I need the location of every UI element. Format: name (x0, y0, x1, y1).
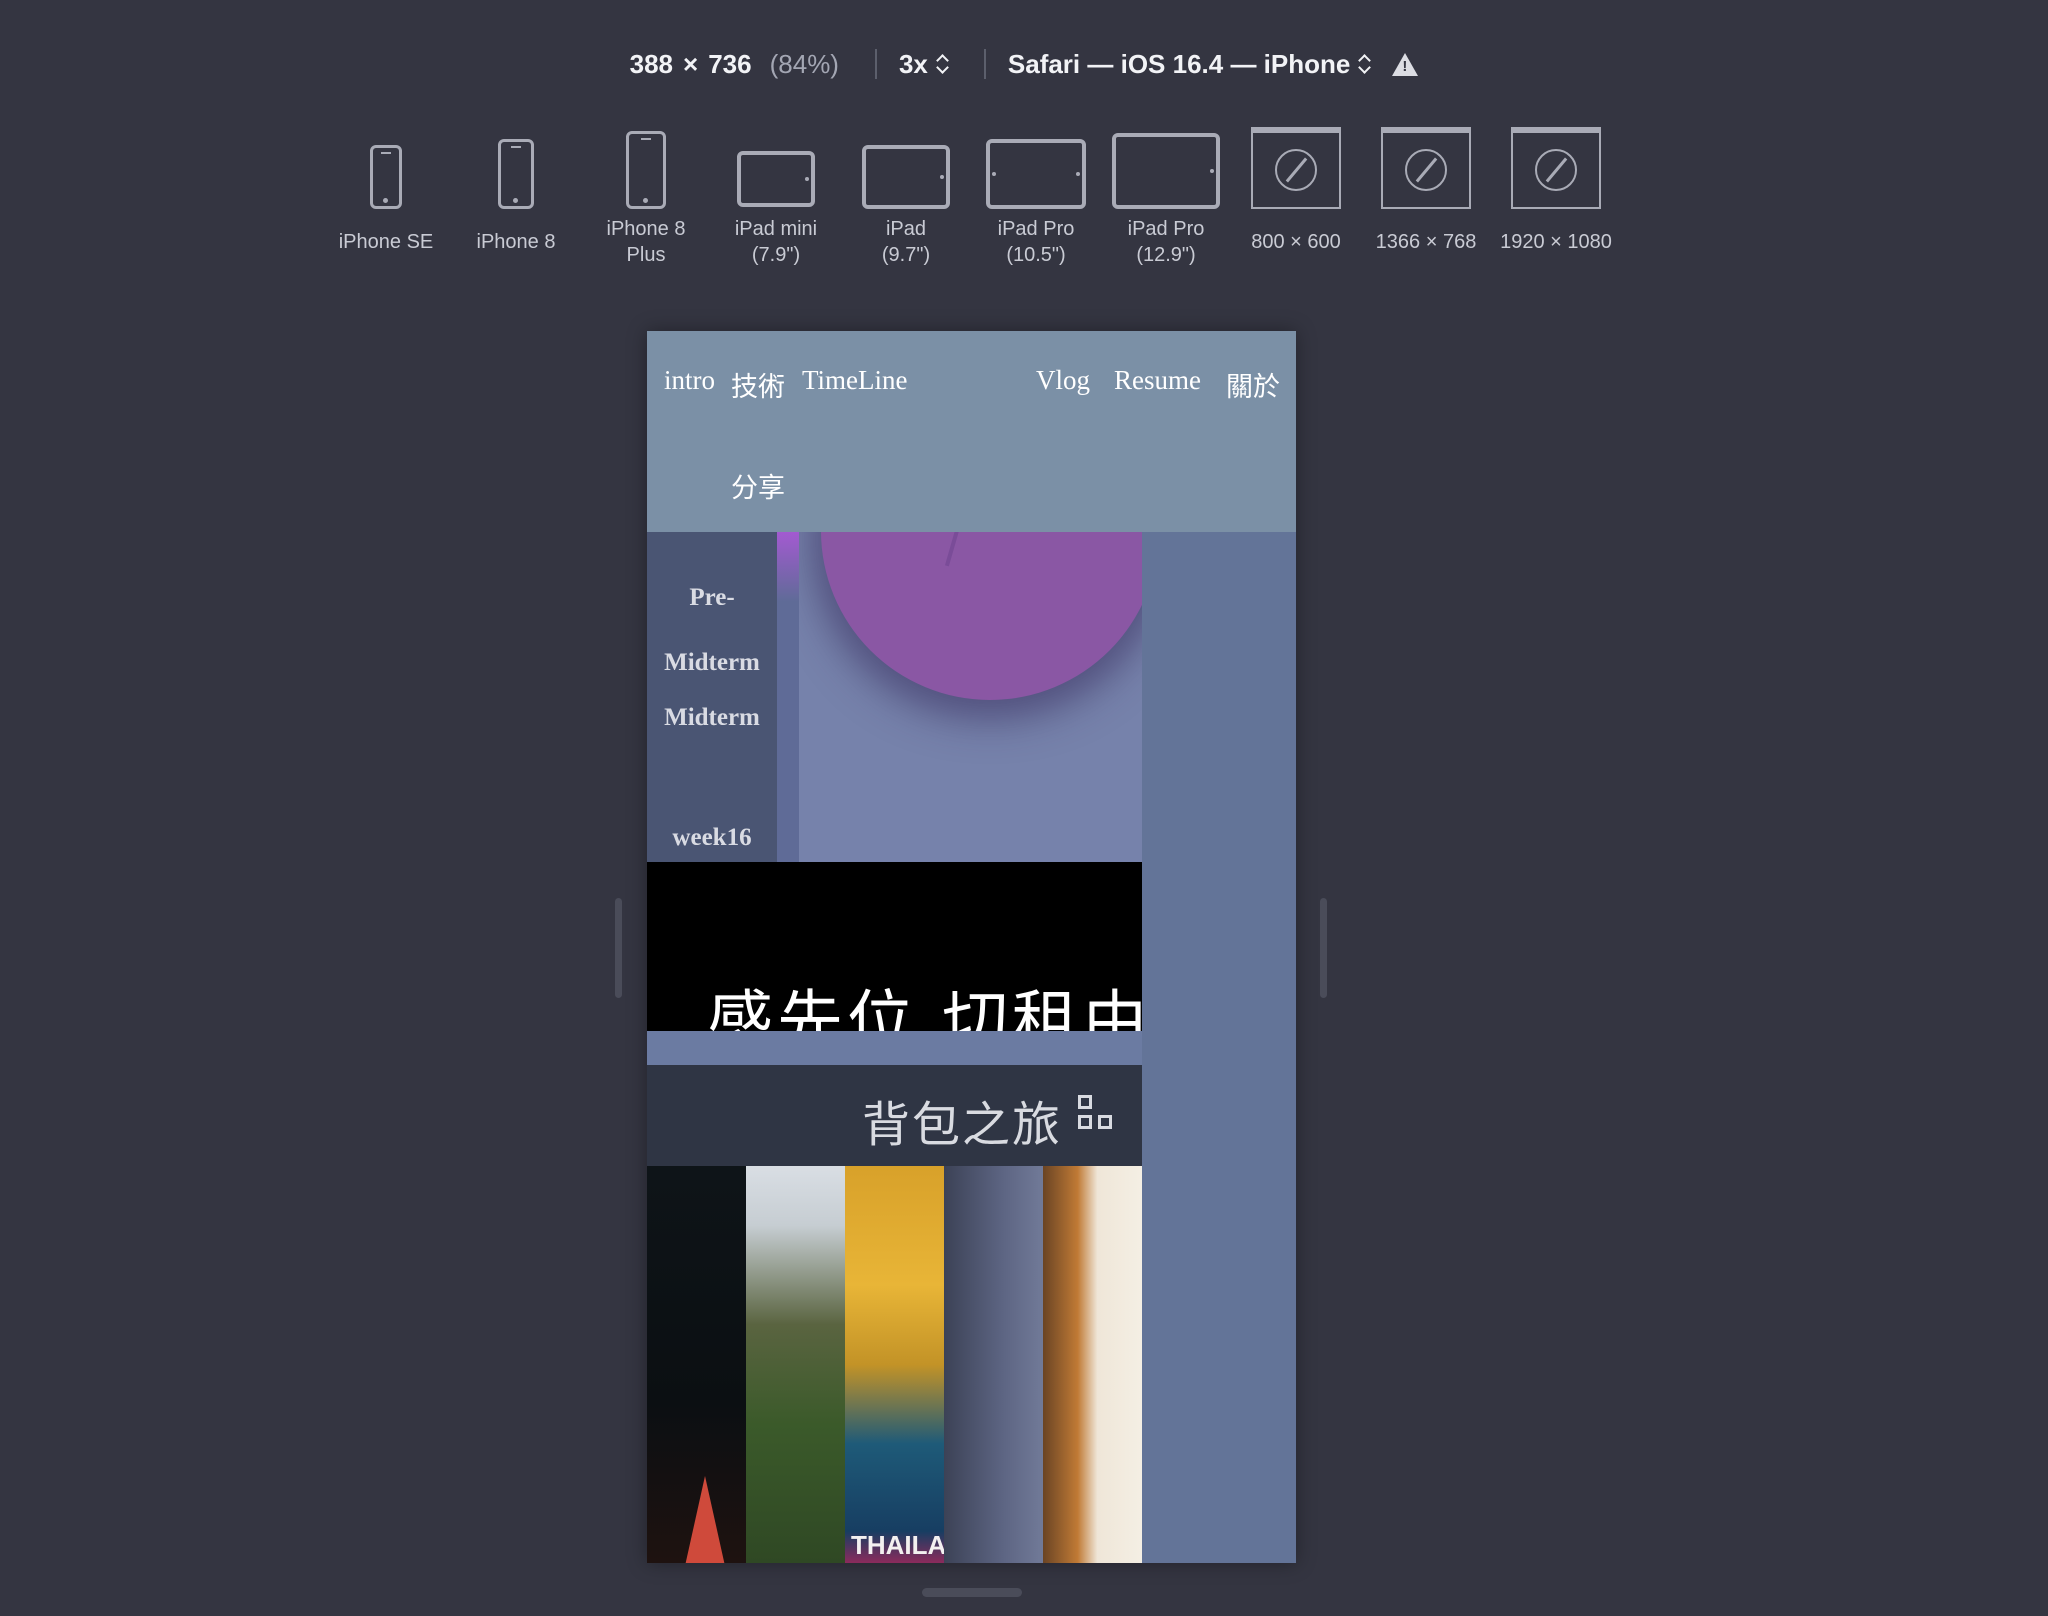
video-caption: 感先位 切租由 (707, 983, 1142, 1031)
nav-resume[interactable]: Resume (1114, 365, 1201, 396)
nav-intro[interactable]: intro (664, 365, 715, 396)
section-spacer (647, 1031, 1142, 1065)
compass-icon (1275, 149, 1317, 191)
toolbar-divider (983, 49, 986, 79)
phone-icon (498, 139, 534, 209)
clock-stage (799, 532, 1142, 862)
user-agent-select[interactable]: Safari — iOS 16.4 — iPhone (1008, 49, 1370, 80)
browser-icon (1251, 127, 1341, 209)
backpack-header: 背包之旅 (647, 1065, 1142, 1166)
gallery-photo[interactable] (647, 1166, 746, 1563)
dimension-separator: × (683, 48, 699, 79)
device-label: 1920 × 1080 (1500, 231, 1612, 253)
device-label: iPhone SE (338, 231, 434, 253)
gallery-photo[interactable] (746, 1166, 845, 1563)
device-iphone-8[interactable]: iPhone 8 (451, 125, 581, 253)
compass-icon (1405, 149, 1447, 191)
device-label: 1366 × 768 (1375, 231, 1477, 253)
device-1366x768[interactable]: 1366 × 768 (1361, 125, 1491, 253)
pixel-ratio-select[interactable]: 3x (899, 49, 948, 80)
clock-hour-hand (944, 532, 993, 567)
nav-share[interactable]: 分享 (731, 466, 785, 505)
phone-icon (626, 131, 666, 209)
photo-gallery: THAILA (647, 1166, 1142, 1563)
phone-icon (370, 145, 402, 209)
device-label: iPhone 8 (476, 231, 556, 253)
clock-icon (821, 532, 1142, 700)
device-iphone-se[interactable]: iPhone SE (321, 125, 451, 253)
warning-icon[interactable]: ! (1392, 52, 1419, 76)
timeline-item[interactable]: week16 (647, 824, 777, 852)
nav-vlog[interactable]: Vlog (1036, 365, 1090, 396)
device-label: iPad (9.7") (881, 218, 931, 266)
user-agent-value: Safari — iOS 16.4 — iPhone (1007, 48, 1351, 79)
photo-sign-text: THAILA (851, 1530, 944, 1560)
device-iphone-8-plus[interactable]: iPhone 8 Plus (581, 125, 711, 266)
device-label: iPad Pro (12.9") (1127, 218, 1205, 266)
gallery-photo[interactable] (1043, 1166, 1142, 1563)
grid-icon[interactable] (1078, 1095, 1118, 1135)
nav-timeline[interactable]: TimeLine (802, 365, 908, 396)
device-ipad[interactable]: iPad (9.7") (841, 125, 971, 266)
section-title: 背包之旅 (861, 1097, 1062, 1153)
device-viewport: intro 技術 TimeLine Vlog Resume 關於 分享 Pre-… (647, 331, 1296, 1563)
tablet-icon (1112, 133, 1220, 209)
device-ipad-mini[interactable]: iPad mini (7.9") (711, 125, 841, 266)
browser-icon (1511, 127, 1601, 209)
tablet-icon (986, 139, 1086, 209)
device-label: iPad Pro (10.5") (997, 218, 1075, 266)
toolbar-divider (874, 49, 877, 79)
viewport-height[interactable]: 736 (708, 49, 751, 80)
timeline-item[interactable]: Midterm (647, 649, 777, 677)
resize-handle-bottom[interactable] (922, 1588, 1022, 1597)
viewport-dimensions[interactable]: 388 × 736 (84%) (630, 49, 839, 80)
video-player[interactable]: 感先位 切租由 (647, 862, 1142, 1031)
device-label: iPad mini (7.9") (734, 218, 818, 266)
chevron-updown-icon (1358, 53, 1370, 75)
device-ipad-pro-10-5[interactable]: iPad Pro (10.5") (971, 125, 1101, 266)
tablet-icon (862, 145, 950, 209)
device-800x600[interactable]: 800 × 600 (1231, 125, 1361, 253)
nav-tech[interactable]: 技術 (731, 365, 785, 404)
chevron-updown-icon (936, 53, 948, 75)
viewport-width[interactable]: 388 (630, 49, 673, 80)
timeline-item[interactable]: Midterm (647, 704, 777, 732)
resize-handle-left[interactable] (615, 898, 622, 998)
device-label: iPhone 8 Plus (606, 218, 686, 266)
gallery-photo[interactable]: THAILA (845, 1166, 944, 1563)
site-nav: intro 技術 TimeLine Vlog Resume 關於 分享 (647, 331, 1296, 532)
tablet-icon (737, 151, 815, 207)
nav-about[interactable]: 關於 (1226, 365, 1280, 404)
browser-icon (1381, 127, 1471, 209)
device-1920x1080[interactable]: 1920 × 1080 (1491, 125, 1621, 253)
pixel-ratio-value: 3x (898, 48, 928, 79)
resize-handle-right[interactable] (1320, 898, 1327, 998)
zoom-percent: (84%) (769, 48, 839, 79)
compass-icon (1535, 149, 1577, 191)
device-presets: iPhone SE iPhone 8 iPhone 8 Plus iPad mi… (0, 125, 2048, 275)
device-ipad-pro-12-9[interactable]: iPad Pro (12.9") (1101, 125, 1231, 266)
timeline-sidebar: Pre- Midterm Midterm week16 (647, 532, 777, 862)
responsive-toolbar: 388 × 736 (84%) 3x Safari — iOS 16.4 — i… (0, 44, 2048, 84)
timeline-item[interactable]: Pre- (647, 584, 777, 612)
gallery-photo[interactable] (944, 1166, 1043, 1563)
device-label: 800 × 600 (1251, 231, 1341, 253)
